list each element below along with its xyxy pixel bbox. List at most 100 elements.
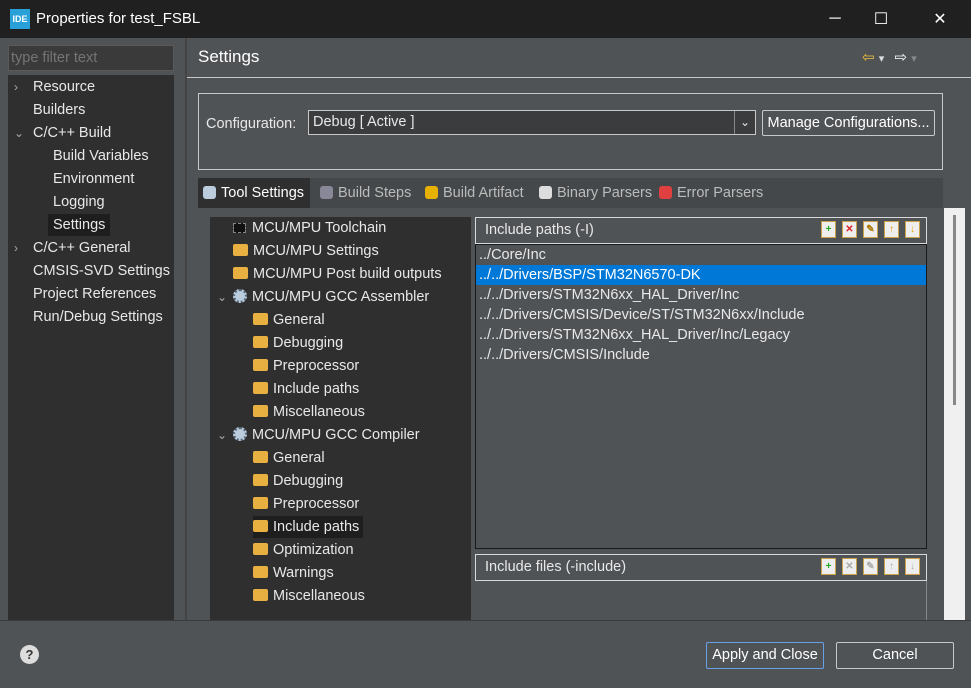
include-files-header: Include files (-include) + ✕ ✎ ↑ ↓ <box>475 554 927 581</box>
folder-settings-icon <box>233 267 248 279</box>
move-down-icon[interactable]: ↓ <box>905 558 920 575</box>
tree-item-label: Run/Debug Settings <box>33 309 163 325</box>
include-path-item[interactable]: ../../Drivers/CMSIS/Include <box>476 345 926 365</box>
tool-tree-label: Miscellaneous <box>273 588 365 604</box>
chevron-down-icon[interactable]: ⌄ <box>217 424 227 446</box>
manage-configurations-button[interactable]: Manage Configurations... <box>762 110 935 136</box>
tab-tool-settings[interactable]: Tool Settings <box>198 178 311 208</box>
scrollbar-thumb[interactable] <box>953 215 956 405</box>
nav-buttons: ⇦ ▾ ⇨ ▾ <box>862 48 917 66</box>
tool-tree-item[interactable]: MCU/MPU Settings <box>233 240 383 262</box>
folder-settings-icon <box>253 497 268 509</box>
tool-tree-item[interactable]: MCU/MPU Toolchain <box>233 217 390 239</box>
move-up-icon[interactable]: ↑ <box>884 221 899 238</box>
tool-tree-item[interactable]: Miscellaneous <box>253 585 369 607</box>
maximize-button[interactable]: ☐ <box>858 0 904 38</box>
tool-tree-item[interactable]: ⌄ MCU/MPU GCC Compiler <box>217 424 424 446</box>
tree-item[interactable]: Build Variables <box>48 145 154 167</box>
minimize-button[interactable]: ─ <box>812 0 858 38</box>
configuration-select[interactable]: Debug [ Active ] <box>308 110 756 135</box>
tab-build-steps[interactable]: Build Steps <box>315 178 417 208</box>
include-paths-title: Include paths (-I) <box>485 222 594 238</box>
build-steps-icon <box>320 186 333 199</box>
tree-item[interactable]: CMSIS-SVD Settings <box>28 260 175 282</box>
delete-icon[interactable]: ✕ <box>842 558 857 575</box>
tool-tree-label: Include paths <box>273 381 360 397</box>
tree-item[interactable]: Environment <box>48 168 139 190</box>
back-icon[interactable]: ⇦ <box>862 49 875 66</box>
tree-item[interactable]: Settings <box>48 214 111 236</box>
properties-tree: › Resource Builders ⌄ C/C++ Build Build Varia… <box>8 75 174 620</box>
tab-binary-parsers[interactable]: Binary Parsers <box>534 178 658 208</box>
chevron-down-icon[interactable]: ⌄ <box>734 111 755 134</box>
tool-tree-item[interactable]: Debugging <box>253 470 347 492</box>
close-button[interactable]: ✕ <box>917 0 963 38</box>
tool-tree-item[interactable]: General <box>253 447 329 469</box>
tab-build-artifact[interactable]: Build Artifact <box>420 178 530 208</box>
include-paths-header: Include paths (-I) + ✕ ✎ ↑ ↓ <box>475 217 927 244</box>
include-files-list[interactable] <box>475 581 927 620</box>
chevron-icon[interactable]: › <box>14 237 18 259</box>
tree-item[interactable]: Logging <box>48 191 110 213</box>
include-path-item[interactable]: ../../Drivers/STM32N6xx_HAL_Driver/Inc/L… <box>476 325 926 345</box>
back-dropdown-icon[interactable]: ▾ <box>879 53 885 65</box>
tree-item[interactable]: › C/C++ General <box>14 237 136 259</box>
ide-logo-icon: IDE <box>10 9 30 29</box>
move-up-icon[interactable]: ↑ <box>884 558 899 575</box>
tool-tree-item[interactable]: Include paths <box>253 378 363 400</box>
sash[interactable] <box>185 38 187 620</box>
filter-input[interactable] <box>8 45 174 71</box>
folder-settings-icon <box>253 543 268 555</box>
tool-tree-label: MCU/MPU GCC Assembler <box>252 289 430 305</box>
tool-tree-label: MCU/MPU Toolchain <box>252 220 387 236</box>
tree-item[interactable]: › Resource <box>14 76 100 98</box>
chevron-down-icon[interactable]: ⌄ <box>217 286 227 308</box>
include-path-item[interactable]: ../../Drivers/BSP/STM32N6570-DK <box>476 265 926 285</box>
tool-tree-item[interactable]: Optimization <box>253 539 358 561</box>
tree-item[interactable]: Run/Debug Settings <box>28 306 168 328</box>
tool-tree-item[interactable]: General <box>253 309 329 331</box>
tab-bar: Tool Settings Build Steps Build Artifact Bi… <box>198 178 943 208</box>
tree-item[interactable]: Builders <box>28 99 90 121</box>
chevron-icon[interactable]: › <box>14 76 18 98</box>
apply-and-close-button[interactable]: Apply and Close <box>706 642 824 669</box>
tool-tree-item[interactable]: Include paths <box>253 516 364 538</box>
window-title: Properties for test_FSBL <box>36 10 201 27</box>
tool-tree-item[interactable]: ⌄ MCU/MPU GCC Assembler <box>217 286 433 308</box>
tool-tree-item[interactable]: Warnings <box>253 562 338 584</box>
add-icon[interactable]: + <box>821 221 836 238</box>
edit-icon[interactable]: ✎ <box>863 221 878 238</box>
tool-tree-label: Miscellaneous <box>273 404 365 420</box>
tool-tree-item[interactable]: Miscellaneous <box>253 401 369 423</box>
tool-tree-item[interactable]: Preprocessor <box>253 355 363 377</box>
cancel-button[interactable]: Cancel <box>836 642 954 669</box>
tree-item[interactable]: ⌄ C/C++ Build <box>14 122 116 144</box>
folder-settings-icon <box>253 382 268 394</box>
tree-item-label: Environment <box>53 171 135 187</box>
forward-icon[interactable]: ⇨ <box>894 49 907 66</box>
tool-tree-item[interactable]: Debugging <box>253 332 347 354</box>
tool-tree-label: Include paths <box>273 519 360 535</box>
include-paths-list[interactable]: ../Core/Inc ../../Drivers/BSP/STM32N6570-… <box>475 244 927 549</box>
folder-settings-icon <box>253 405 268 417</box>
move-down-icon[interactable]: ↓ <box>905 221 920 238</box>
include-path-item[interactable]: ../../Drivers/CMSIS/Device/ST/STM32N6xx/… <box>476 305 926 325</box>
include-path-item[interactable]: ../Core/Inc <box>476 245 926 265</box>
chevron-icon[interactable]: ⌄ <box>14 122 24 144</box>
tool-tree-item[interactable]: MCU/MPU Post build outputs <box>233 263 446 285</box>
tool-tree-label: MCU/MPU Post build outputs <box>253 266 442 282</box>
include-path-item[interactable]: ../../Drivers/STM32N6xx_HAL_Driver/Inc <box>476 285 926 305</box>
help-icon[interactable]: ? <box>20 645 39 664</box>
tab-label: Build Artifact <box>443 185 524 201</box>
tab-error-parsers[interactable]: Error Parsers <box>654 178 769 208</box>
tool-tree-label: MCU/MPU GCC Compiler <box>252 427 420 443</box>
add-icon[interactable]: + <box>821 558 836 575</box>
tool-tree-label: Preprocessor <box>273 358 360 374</box>
tree-item-label: Builders <box>33 102 86 118</box>
tool-tree-item[interactable]: Preprocessor <box>253 493 363 515</box>
delete-icon[interactable]: ✕ <box>842 221 857 238</box>
tool-tree-label: Debugging <box>273 335 344 351</box>
edit-icon[interactable]: ✎ <box>863 558 878 575</box>
tree-item[interactable]: Project References <box>28 283 161 305</box>
forward-dropdown-icon[interactable]: ▾ <box>911 53 917 65</box>
